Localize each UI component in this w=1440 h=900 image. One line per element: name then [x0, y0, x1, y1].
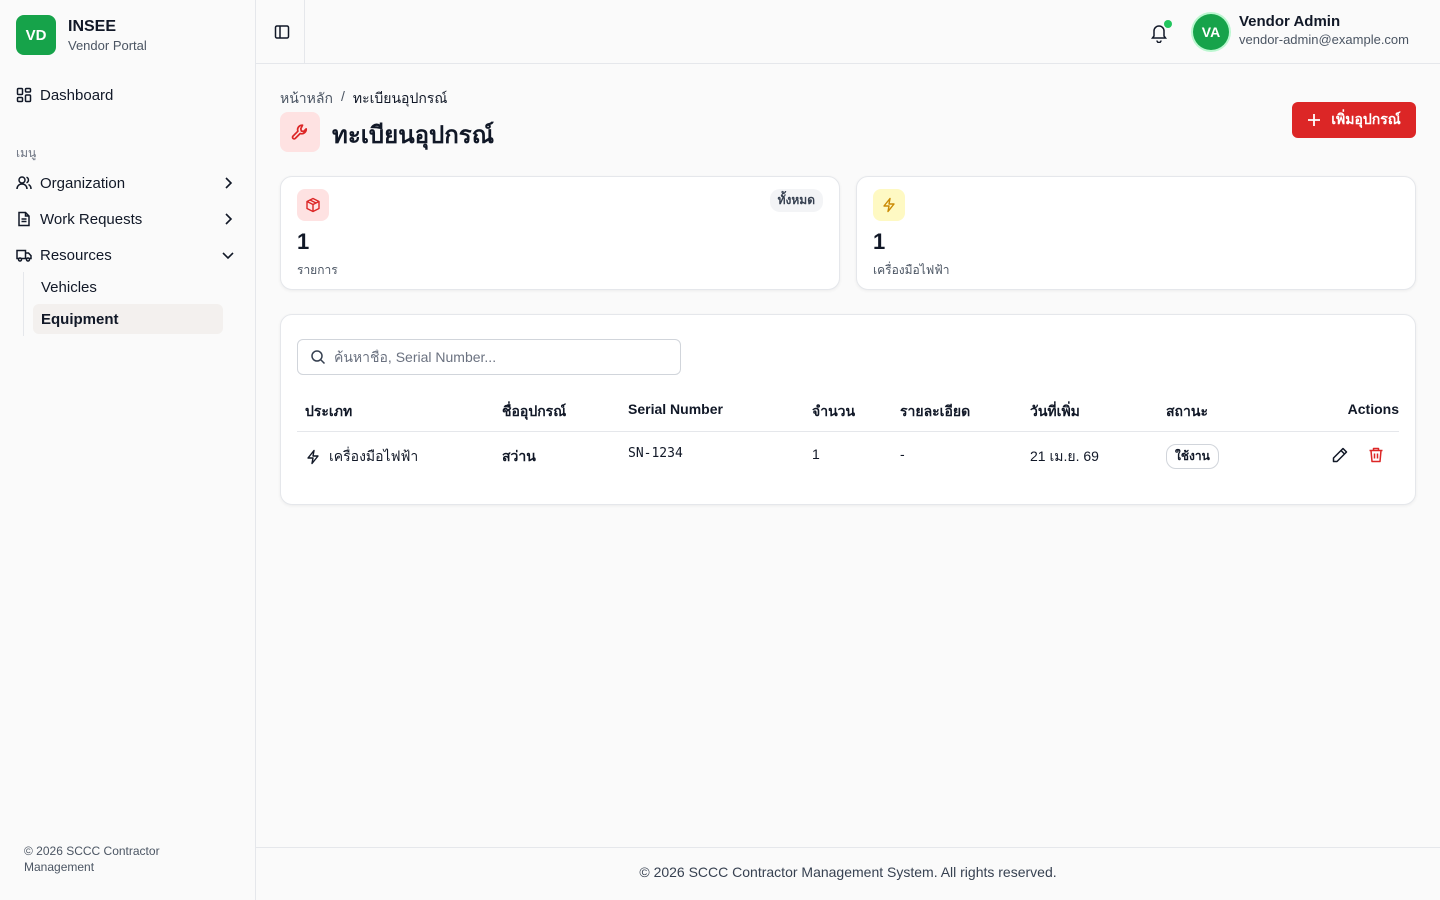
cell-type: เครื่องมือไฟฟ้า: [305, 446, 418, 468]
sidebar: VD INSEE Vendor Portal Dashboard เมนู Or…: [0, 0, 256, 900]
page-footer: © 2026 SCCC Contractor Management System…: [639, 864, 1057, 880]
notification-dot: [1164, 20, 1172, 28]
sidebar-footer: © 2026 SCCC Contractor Management: [24, 844, 160, 874]
breadcrumb-home[interactable]: หน้าหลัก: [280, 88, 333, 110]
top-header: VA Vendor Admin vendor-admin@example.com: [256, 0, 1440, 64]
footer-divider: [256, 847, 1440, 848]
user-email: vendor-admin@example.com: [1239, 32, 1409, 47]
stat-label: รายการ: [297, 263, 338, 277]
column-header-type: ประเภท: [305, 403, 353, 419]
sidebar-subitem-equipment[interactable]: Equipment: [33, 304, 223, 334]
stat-card-total: ทั้งหมด 1 รายการ: [280, 176, 840, 290]
equipment-table-card: ประเภท ชื่ออุปกรณ์ Serial Number จำนวน ร…: [280, 314, 1416, 505]
column-header-status: สถานะ: [1166, 403, 1208, 419]
plus-icon: [1308, 114, 1321, 126]
users-icon: [16, 175, 32, 191]
brand[interactable]: VD INSEE Vendor Portal: [16, 15, 147, 55]
cell-name: สว่าน: [502, 448, 536, 464]
column-header-date: วันที่เพิ่ม: [1030, 403, 1080, 419]
cell-serial: SN-1234: [628, 446, 683, 461]
column-header-name: ชื่ออุปกรณ์: [502, 403, 567, 419]
lightning-icon: [307, 449, 319, 465]
lightning-icon: [873, 189, 905, 221]
stat-label: เครื่องมือไฟฟ้า: [873, 263, 950, 277]
status-badge: ใช้งาน: [1166, 444, 1219, 469]
brand-logo: VD: [16, 15, 56, 55]
column-header-actions: Actions: [1347, 401, 1399, 417]
breadcrumb: หน้าหลัก / ทะเบียนอุปกรณ์: [280, 88, 447, 110]
brand-name: INSEE: [68, 17, 117, 35]
avatar[interactable]: VA: [1193, 14, 1229, 50]
cell-quantity: 1: [812, 446, 820, 462]
search-icon: [311, 350, 326, 365]
column-header-quantity: จำนวน: [812, 403, 856, 419]
cell-type-label: เครื่องมือไฟฟ้า: [329, 448, 419, 464]
breadcrumb-separator: /: [340, 88, 345, 104]
table-header-divider: [297, 431, 1399, 432]
chevron-right-icon: [225, 213, 233, 225]
edit-pencil-icon[interactable]: [1331, 446, 1349, 464]
sidebar-item-resources[interactable]: Resources: [8, 239, 248, 271]
document-icon: [16, 211, 32, 227]
search-input[interactable]: [334, 349, 664, 365]
sidebar-item-dashboard[interactable]: Dashboard: [8, 79, 248, 111]
sidebar-subitem-vehicles[interactable]: Vehicles: [33, 272, 223, 302]
stat-value: 1: [873, 229, 886, 254]
stat-value: 1: [297, 229, 310, 254]
sidebar-item-label: Dashboard: [40, 86, 114, 104]
column-header-detail: รายละเอียด: [900, 403, 971, 419]
box-icon: [297, 189, 329, 221]
breadcrumb-current: ทะเบียนอุปกรณ์: [352, 90, 448, 106]
sidebar-item-label: Organization: [40, 174, 126, 192]
sidebar-section-label: เมนู: [16, 146, 37, 160]
search-box[interactable]: [297, 339, 681, 375]
chevron-right-icon: [225, 177, 233, 189]
stat-badge: ทั้งหมด: [769, 189, 823, 212]
delete-trash-icon[interactable]: [1367, 446, 1385, 464]
add-equipment-label: เพิ่มอุปกรณ์: [1331, 111, 1401, 127]
sidebar-item-work-requests[interactable]: Work Requests: [8, 203, 248, 235]
stat-card-power-tools: 1 เครื่องมือไฟฟ้า: [856, 176, 1416, 290]
sidebar-item-label: Resources: [40, 246, 112, 264]
chevron-down-icon: [222, 252, 234, 260]
cell-date: 21 เม.ย. 69: [1030, 448, 1099, 464]
sidebar-item-label: Work Requests: [40, 210, 143, 228]
wrench-icon: [280, 112, 320, 152]
dashboard-grid-icon: [16, 87, 32, 103]
sidebar-item-organization[interactable]: Organization: [8, 167, 248, 199]
user-name: Vendor Admin: [1239, 13, 1341, 30]
truck-icon: [16, 247, 32, 263]
add-equipment-button[interactable]: เพิ่มอุปกรณ์: [1292, 102, 1416, 138]
panel-left-icon: [274, 25, 290, 39]
notification-button[interactable]: [1150, 20, 1172, 44]
column-header-serial: Serial Number: [628, 401, 723, 417]
cell-detail: -: [900, 446, 905, 462]
page-title: ทะเบียนอุปกรณ์: [332, 122, 494, 149]
brand-subtitle: Vendor Portal: [68, 37, 147, 53]
submenu-divider: [23, 272, 24, 336]
header-divider: [304, 0, 305, 64]
sidebar-toggle-button[interactable]: [270, 20, 294, 44]
